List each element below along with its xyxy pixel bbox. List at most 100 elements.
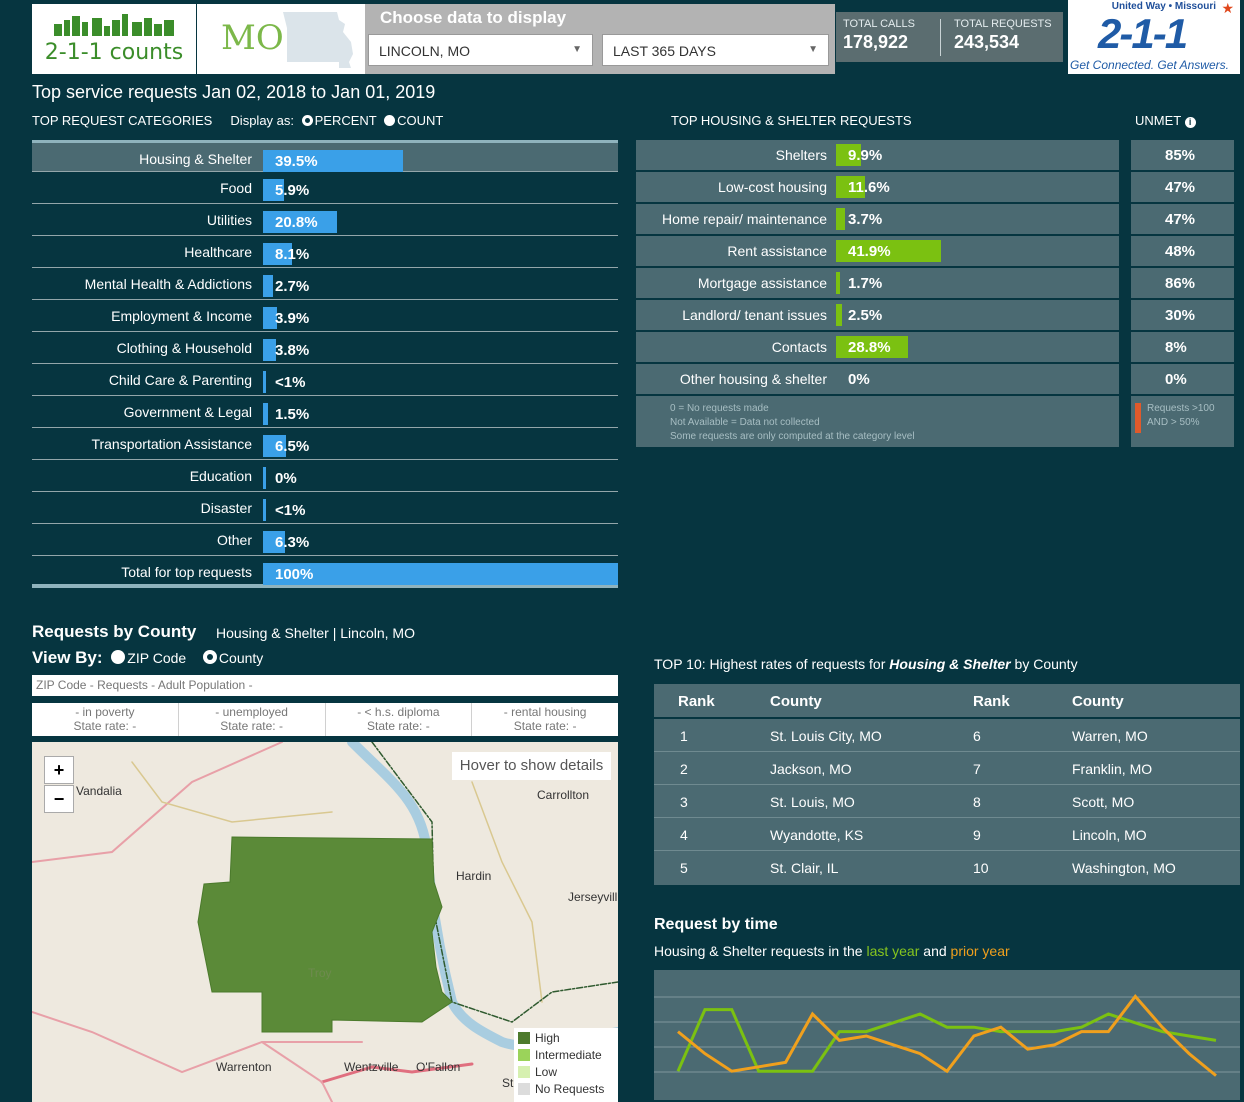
county-radio[interactable] [202, 650, 217, 664]
category-value: 0% [275, 470, 297, 487]
top10-title-emphasis: Housing & Shelter [889, 656, 1011, 672]
note-no-requests: 0 = No requests made [670, 403, 769, 414]
info-icon[interactable]: i [1184, 117, 1196, 128]
housing-notes: 0 = No requests made Not Available = Dat… [670, 402, 915, 444]
percent-radio[interactable] [301, 115, 313, 126]
category-table: Housing & Shelter 39.5% Food 5.9% Utilities 2… [32, 140, 618, 588]
housing-label: Shelters [775, 147, 827, 163]
unmet-value: 85% [1165, 147, 1196, 164]
unmet-value: 0% [1165, 371, 1187, 388]
table-row[interactable]: 3 St. Louis, MO 8 Scott, MO [654, 785, 1240, 818]
table-row[interactable]: 4 Wyandotte, KS 9 Lincoln, MO [654, 818, 1240, 851]
chevron-down-icon: ▼ [572, 44, 582, 55]
county-cell: Washington, MO [1072, 860, 1176, 876]
lincoln-county-shape[interactable] [197, 836, 453, 1033]
county-map[interactable]: + − Hover to show details Vandalia Carro… [32, 742, 618, 1102]
place-label: Vandalia [76, 784, 122, 798]
location-select[interactable]: LINCOLN, MO ▼ [368, 34, 593, 66]
legend-high: High [518, 1030, 614, 1047]
housing-row[interactable]: Mortgage assistance 1.7% [636, 268, 1119, 300]
legend-low: Low [518, 1064, 614, 1081]
united-way-211-logo[interactable]: United Way • Missouri ★ 2-1-1 Get Connec… [1068, 0, 1240, 74]
stat-top: - rental housing [503, 705, 587, 719]
housing-row[interactable]: Contacts 28.8% [636, 332, 1119, 364]
category-row[interactable]: Employment & Income 3.9% [32, 300, 618, 332]
housing-header: TOP HOUSING & SHELTER REQUESTS [671, 113, 912, 128]
housing-row[interactable]: Shelters 9.9% [636, 140, 1119, 172]
time-chart[interactable] [654, 970, 1240, 1100]
category-value: 3.8% [275, 342, 310, 359]
legend-no-requests: No Requests [518, 1081, 614, 1098]
housing-row[interactable]: Home repair/ maintenance 3.7% [636, 204, 1119, 236]
category-value: 100% [275, 566, 314, 583]
housing-row[interactable]: Landlord/ tenant issues 2.5% [636, 300, 1119, 332]
totals-box: TOTAL CALLS 178,922 TOTAL REQUESTS 243,5… [836, 12, 1063, 62]
unmet-note-1: Requests >100 [1147, 403, 1215, 414]
unmet-row: 48% [1131, 236, 1234, 268]
zip-code-radio[interactable] [111, 650, 126, 664]
category-bar [263, 563, 618, 585]
category-row[interactable]: Education 0% [32, 460, 618, 492]
period-select[interactable]: LAST 365 DAYS ▼ [602, 34, 829, 66]
category-row[interactable]: Mental Health & Addictions 2.7% [32, 268, 618, 300]
housing-value: 11.6% [848, 179, 890, 196]
housing-label: Other housing & shelter [679, 371, 827, 387]
stat-top: - in poverty [75, 705, 135, 719]
rank-cell: 3 [680, 794, 688, 810]
category-row[interactable]: Transportation Assistance 6.5% [32, 428, 618, 460]
category-bar [263, 467, 266, 489]
category-label: Employment & Income [111, 308, 252, 324]
category-row[interactable]: Utilities 20.8% [32, 204, 618, 236]
table-row[interactable]: 1 St. Louis City, MO 6 Warren, MO [654, 719, 1240, 752]
top10-rows: 1 St. Louis City, MO 6 Warren, MO 2 Jackson, … [654, 719, 1240, 884]
county-cell: St. Louis, MO [770, 794, 855, 810]
time-sub-prefix: Housing & Shelter requests in the [654, 943, 863, 959]
housing-row[interactable]: Other housing & shelter 0% [636, 364, 1119, 396]
unmet-header: UNMET i [1135, 113, 1196, 128]
211-counts-logo[interactable]: 2-1-1 counts [32, 4, 196, 74]
category-bar [263, 499, 266, 521]
top10-title-prefix: TOP 10: Highest rates of requests for [654, 656, 886, 672]
category-row[interactable]: Disaster <1% [32, 492, 618, 524]
unmet-value: 86% [1165, 275, 1196, 292]
note-not-available: Not Available = Data not collected [670, 417, 820, 428]
county-cell: St. Clair, IL [770, 860, 839, 876]
county-title: Requests by County [32, 622, 197, 641]
missouri-map-icon [283, 12, 353, 68]
zoom-in-button[interactable]: + [44, 756, 74, 784]
series-line-prior-year[interactable] [677, 994, 1217, 1077]
table-row[interactable]: 5 St. Clair, IL 10 Washington, MO [654, 851, 1240, 884]
unmet-value: 47% [1165, 211, 1196, 228]
zip-code-label: ZIP Code [127, 650, 187, 666]
place-label: O'Fallon [416, 1060, 461, 1074]
table-row[interactable]: 2 Jackson, MO 7 Franklin, MO [654, 752, 1240, 785]
rank-cell: 9 [973, 827, 981, 843]
category-row[interactable]: Other 6.3% [32, 524, 618, 556]
stat-diploma: - < h.s. diploma State rate: - [326, 703, 473, 736]
time-chart-svg [654, 994, 1240, 1077]
housing-row[interactable]: Low-cost housing 11.6% [636, 172, 1119, 204]
zoom-out-button[interactable]: − [44, 785, 74, 813]
category-row[interactable]: Government & Legal 1.5% [32, 396, 618, 428]
col-county: County [1072, 693, 1124, 710]
count-radio[interactable] [384, 115, 396, 126]
time-title: Request by time [654, 916, 778, 933]
display-as-label: Display as: [230, 113, 294, 128]
housing-row[interactable]: Rent assistance 41.9% [636, 236, 1119, 268]
category-row[interactable]: Clothing & Household 3.8% [32, 332, 618, 364]
place-label: St [502, 1076, 514, 1090]
category-label: Clothing & Household [116, 340, 252, 356]
category-row[interactable]: Healthcare 8.1% [32, 236, 618, 268]
series-line-last-year[interactable] [676, 1008, 1217, 1073]
category-row[interactable]: Food 5.9% [32, 172, 618, 204]
category-row[interactable]: Child Care & Parenting <1% [32, 364, 618, 396]
unmet-row: 86% [1131, 268, 1234, 300]
top10-title-suffix: by County [1014, 656, 1078, 672]
stat-top: - < h.s. diploma [357, 705, 440, 719]
category-row[interactable]: Total for top requests 100% [32, 556, 618, 588]
category-row[interactable]: Housing & Shelter 39.5% [32, 140, 618, 172]
housing-rows: Shelters 9.9% Low-cost housing 11.6% Home re… [636, 140, 1119, 396]
col-rank: Rank [678, 693, 715, 710]
chevron-down-icon: ▼ [808, 44, 818, 55]
housing-value: 9.9% [848, 147, 883, 164]
